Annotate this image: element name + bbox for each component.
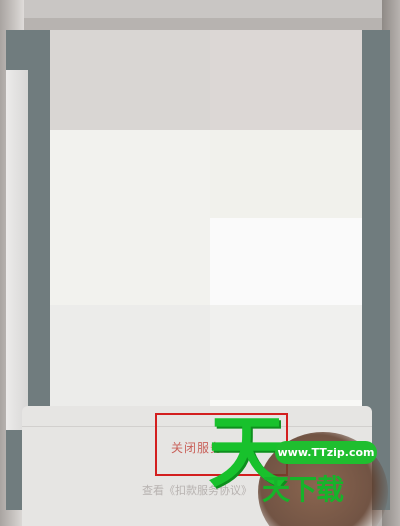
phone-bezel-top	[0, 0, 400, 18]
watermark-url: www.TTzip.com	[275, 441, 377, 464]
content-block	[210, 305, 362, 400]
screen-edge-left	[6, 70, 28, 430]
watermark-brand-text: 天下载	[262, 473, 344, 506]
content-block	[210, 218, 362, 306]
content-block	[210, 30, 362, 130]
content-block	[50, 30, 210, 130]
blurred-app-content	[50, 30, 362, 430]
content-block	[210, 130, 362, 218]
content-block	[50, 130, 210, 305]
screenshot-stage: 关闭服务 查看《扣款服务协议》 天 www.TTzip.com 天下载	[0, 0, 400, 526]
